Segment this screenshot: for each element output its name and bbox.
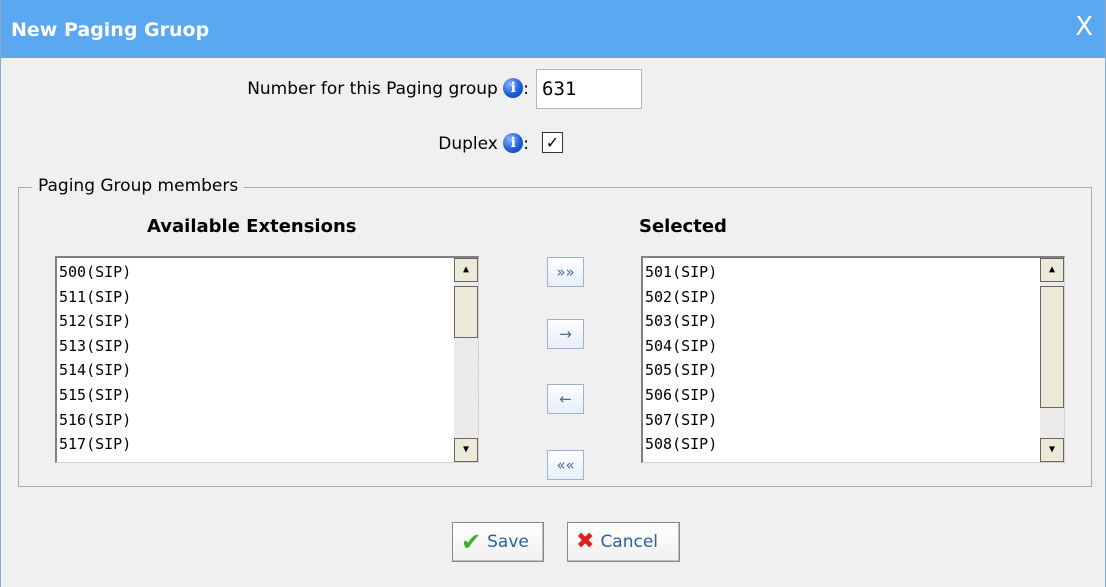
list-item[interactable]: 515(SIP) — [59, 383, 131, 408]
cancel-button[interactable]: ✖ Cancel — [567, 522, 680, 562]
selected-items: 501(SIP) 502(SIP) 503(SIP) 504(SIP) 505(… — [645, 260, 717, 457]
list-item[interactable]: 501(SIP) — [645, 260, 717, 285]
dialog-title: New Paging Gruop — [11, 19, 210, 41]
save-label: Save — [487, 532, 529, 552]
x-icon: ✖ — [576, 529, 595, 554]
list-item[interactable]: 504(SIP) — [645, 334, 717, 359]
list-item[interactable]: 517(SIP) — [59, 432, 131, 457]
check-icon: ✔ — [461, 528, 482, 556]
number-label-row: Number for this Paging group i: — [121, 78, 529, 99]
list-item[interactable]: 516(SIP) — [59, 408, 131, 433]
list-item[interactable]: 503(SIP) — [645, 309, 717, 334]
duplex-label: Duplex — [438, 134, 498, 154]
list-item[interactable]: 505(SIP) — [645, 358, 717, 383]
available-scrollbar[interactable]: ▲ ▼ — [454, 258, 478, 462]
add-button[interactable]: → — [547, 319, 584, 349]
list-item[interactable]: 500(SIP) — [59, 260, 131, 285]
list-item[interactable]: 513(SIP) — [59, 334, 131, 359]
list-item[interactable]: 507(SIP) — [645, 408, 717, 433]
scroll-thumb[interactable] — [454, 286, 478, 338]
list-item[interactable]: 511(SIP) — [59, 285, 131, 310]
list-item[interactable]: 506(SIP) — [645, 383, 717, 408]
remove-all-button[interactable]: «« — [547, 450, 584, 480]
remove-button[interactable]: ← — [547, 384, 584, 414]
colon: : — [523, 79, 529, 99]
info-icon[interactable]: i — [503, 78, 524, 98]
paging-group-dialog: New Paging Gruop X Number for this Pagin… — [0, 0, 1106, 587]
add-all-button[interactable]: »» — [547, 257, 584, 287]
duplex-label-row: Duplex i: — [301, 133, 529, 154]
scroll-down-icon[interactable]: ▼ — [454, 438, 478, 462]
available-items: 500(SIP) 511(SIP) 512(SIP) 513(SIP) 514(… — [59, 260, 131, 457]
list-item[interactable]: 512(SIP) — [59, 309, 131, 334]
selected-title: Selected — [639, 216, 727, 237]
save-button[interactable]: ✔ Save — [452, 522, 544, 562]
number-label: Number for this Paging group — [247, 79, 498, 99]
scroll-up-icon[interactable]: ▲ — [454, 258, 478, 282]
scroll-thumb[interactable] — [1040, 286, 1064, 408]
selected-extensions-list[interactable]: 501(SIP) 502(SIP) 503(SIP) 504(SIP) 505(… — [641, 256, 1065, 463]
available-title: Available Extensions — [147, 216, 357, 237]
available-extensions-list[interactable]: 500(SIP) 511(SIP) 512(SIP) 513(SIP) 514(… — [55, 256, 479, 463]
scroll-up-icon[interactable]: ▲ — [1040, 258, 1064, 282]
close-icon[interactable]: X — [1075, 14, 1093, 40]
list-item[interactable]: 514(SIP) — [59, 358, 131, 383]
scroll-down-icon[interactable]: ▼ — [1040, 438, 1064, 462]
selected-scrollbar[interactable]: ▲ ▼ — [1040, 258, 1064, 462]
cancel-label: Cancel — [600, 532, 659, 552]
dialog-titlebar: New Paging Gruop X — [1, 0, 1105, 58]
paging-number-input[interactable]: 631 — [536, 69, 642, 109]
members-legend: Paging Group members — [32, 176, 245, 196]
list-item[interactable]: 502(SIP) — [645, 285, 717, 310]
list-item[interactable]: 508(SIP) — [645, 432, 717, 457]
colon: : — [523, 134, 529, 154]
info-icon[interactable]: i — [503, 133, 524, 153]
duplex-checkbox[interactable]: ✓ — [542, 132, 563, 153]
